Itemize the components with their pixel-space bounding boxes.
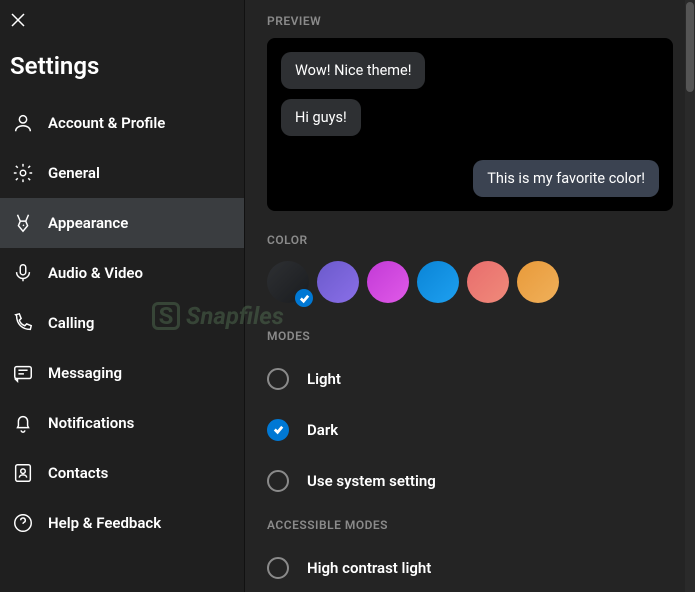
- help-icon: [12, 512, 34, 534]
- accessible-modes-section-label: ACCESSIBLE MODES: [267, 518, 673, 532]
- color-swatch-blue[interactable]: [417, 261, 459, 303]
- color-swatch-magenta[interactable]: [367, 261, 409, 303]
- mode-label: High contrast light: [307, 559, 431, 577]
- color-swatch-purple[interactable]: [317, 261, 359, 303]
- close-icon: [10, 12, 26, 28]
- radio-checked-icon[interactable]: [267, 419, 289, 441]
- close-button[interactable]: [0, 0, 244, 32]
- gear-icon: [12, 162, 34, 184]
- radio-icon[interactable]: [267, 470, 289, 492]
- contacts-icon: [12, 462, 34, 484]
- preview-message-incoming: Hi guys!: [281, 99, 361, 136]
- sidebar-item-messaging[interactable]: Messaging: [0, 348, 244, 398]
- checkmark-icon: [295, 289, 313, 307]
- content-pane: PREVIEW Wow! Nice theme! Hi guys! This i…: [245, 0, 695, 592]
- scrollbar-thumb[interactable]: [686, 2, 694, 92]
- sidebar-item-label: Help & Feedback: [48, 514, 161, 532]
- radio-icon[interactable]: [267, 557, 289, 579]
- mode-option[interactable]: Dark: [267, 404, 673, 455]
- sidebar: Settings Account & Profile General Appeara…: [0, 0, 245, 592]
- mode-label: Use system setting: [307, 472, 436, 490]
- preview-message-incoming: Wow! Nice theme!: [281, 52, 425, 89]
- sidebar-item-label: General: [48, 164, 100, 182]
- sidebar-item-contacts[interactable]: Contacts: [0, 448, 244, 498]
- sidebar-item-label: Messaging: [48, 364, 122, 382]
- theme-preview: Wow! Nice theme! Hi guys! This is my fav…: [267, 38, 673, 211]
- appearance-icon: [12, 212, 34, 234]
- mode-option[interactable]: Light: [267, 353, 673, 404]
- preview-section-label: PREVIEW: [267, 14, 673, 28]
- color-swatch-coral[interactable]: [467, 261, 509, 303]
- radio-icon[interactable]: [267, 368, 289, 390]
- sidebar-item-calling[interactable]: Calling: [0, 298, 244, 348]
- message-icon: [12, 362, 34, 384]
- mode-label: Light: [307, 370, 341, 388]
- sidebar-item-label: Audio & Video: [48, 264, 143, 282]
- sidebar-item-label: Notifications: [48, 414, 134, 432]
- sidebar-item-appearance[interactable]: Appearance: [0, 198, 244, 248]
- color-picker-row: [267, 257, 673, 303]
- sidebar-item-notifications[interactable]: Notifications: [0, 398, 244, 448]
- mic-icon: [12, 262, 34, 284]
- mode-option[interactable]: High contrast light: [267, 542, 673, 592]
- preview-message-outgoing: This is my favorite color!: [473, 160, 659, 197]
- sidebar-item-label: Contacts: [48, 464, 108, 482]
- bell-icon: [12, 412, 34, 434]
- scrollbar-track[interactable]: [685, 0, 695, 592]
- sidebar-item-label: Calling: [48, 314, 94, 332]
- color-swatch-orange[interactable]: [517, 261, 559, 303]
- sidebar-item-label: Appearance: [48, 214, 128, 232]
- sidebar-item-general[interactable]: General: [0, 148, 244, 198]
- color-swatch-default-grey[interactable]: [267, 261, 309, 303]
- sidebar-item-audio-video[interactable]: Audio & Video: [0, 248, 244, 298]
- accessible-modes-list: High contrast lightHigh contrast dark: [267, 542, 673, 592]
- sidebar-item-account-profile[interactable]: Account & Profile: [0, 98, 244, 148]
- color-section-label: COLOR: [267, 233, 673, 247]
- modes-section-label: MODES: [267, 329, 673, 343]
- mode-label: Dark: [307, 421, 338, 439]
- profile-icon: [12, 112, 34, 134]
- mode-option[interactable]: Use system setting: [267, 455, 673, 506]
- modes-list: Light Dark Use system setting: [267, 353, 673, 506]
- sidebar-item-help-feedback[interactable]: Help & Feedback: [0, 498, 244, 548]
- page-title: Settings: [0, 32, 244, 98]
- sidebar-item-label: Account & Profile: [48, 114, 165, 132]
- phone-icon: [12, 312, 34, 334]
